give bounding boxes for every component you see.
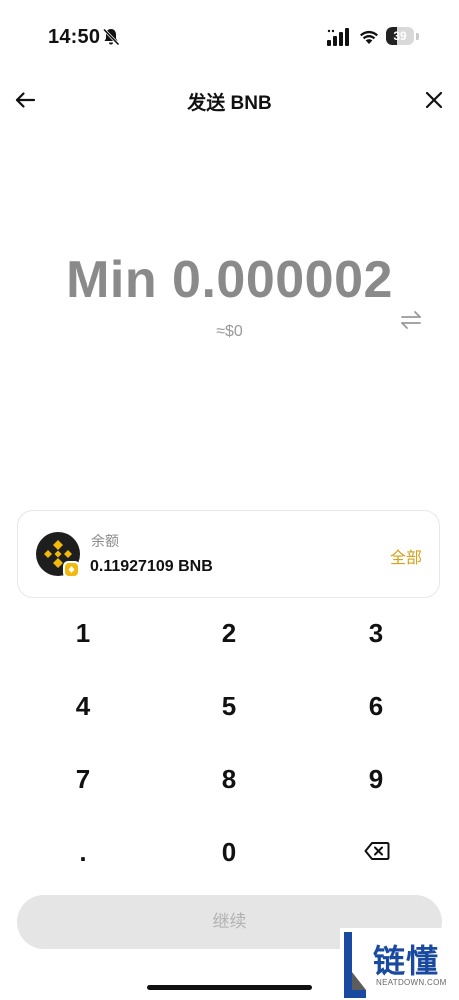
- key-6[interactable]: 6: [303, 670, 449, 742]
- swap-arrows-icon[interactable]: [398, 308, 424, 332]
- bell-muted-icon: [102, 28, 120, 46]
- close-icon[interactable]: [420, 86, 448, 114]
- key-2[interactable]: 2: [156, 597, 302, 669]
- watermark-text: 链懂: [373, 942, 440, 980]
- battery-icon: 39: [386, 27, 420, 47]
- amount-input[interactable]: Min 0.000002: [0, 250, 459, 310]
- key-0[interactable]: 0: [156, 816, 302, 888]
- watermark-subtext: NEATDOWN.COM: [376, 978, 447, 987]
- key-1[interactable]: 1: [10, 597, 156, 669]
- battery-body: 39: [386, 27, 414, 45]
- balance-card: 余额 0.11927109 BNB 全部: [17, 510, 440, 598]
- key-7[interactable]: 7: [10, 743, 156, 815]
- status-bar: 14:50 39: [0, 0, 459, 76]
- watermark-logo: 链懂 NEATDOWN.COM: [340, 928, 459, 1000]
- key-decimal[interactable]: .: [10, 816, 156, 888]
- key-3[interactable]: 3: [303, 597, 449, 669]
- wifi-icon: [360, 30, 378, 44]
- key-5[interactable]: 5: [156, 670, 302, 742]
- home-indicator: [147, 985, 312, 990]
- backspace-icon: [364, 842, 390, 860]
- balance-label: 余额: [91, 533, 119, 549]
- watermark-l-icon: [344, 932, 366, 998]
- header: 发送 BNB: [0, 76, 459, 124]
- battery-cap: [416, 33, 419, 40]
- key-4[interactable]: 4: [10, 670, 156, 742]
- key-9[interactable]: 9: [303, 743, 449, 815]
- page-title: 发送 BNB: [187, 93, 272, 114]
- bnb-logo-icon: [36, 532, 80, 578]
- max-button[interactable]: 全部: [390, 544, 422, 568]
- fiat-value: ≈$0: [216, 323, 243, 340]
- key-8[interactable]: 8: [156, 743, 302, 815]
- balance-value: 0.11927109 BNB: [90, 558, 213, 575]
- battery-level: 39: [393, 29, 407, 43]
- signal-icon: [327, 28, 349, 46]
- key-backspace[interactable]: [303, 816, 449, 888]
- status-time: 14:50: [48, 26, 101, 48]
